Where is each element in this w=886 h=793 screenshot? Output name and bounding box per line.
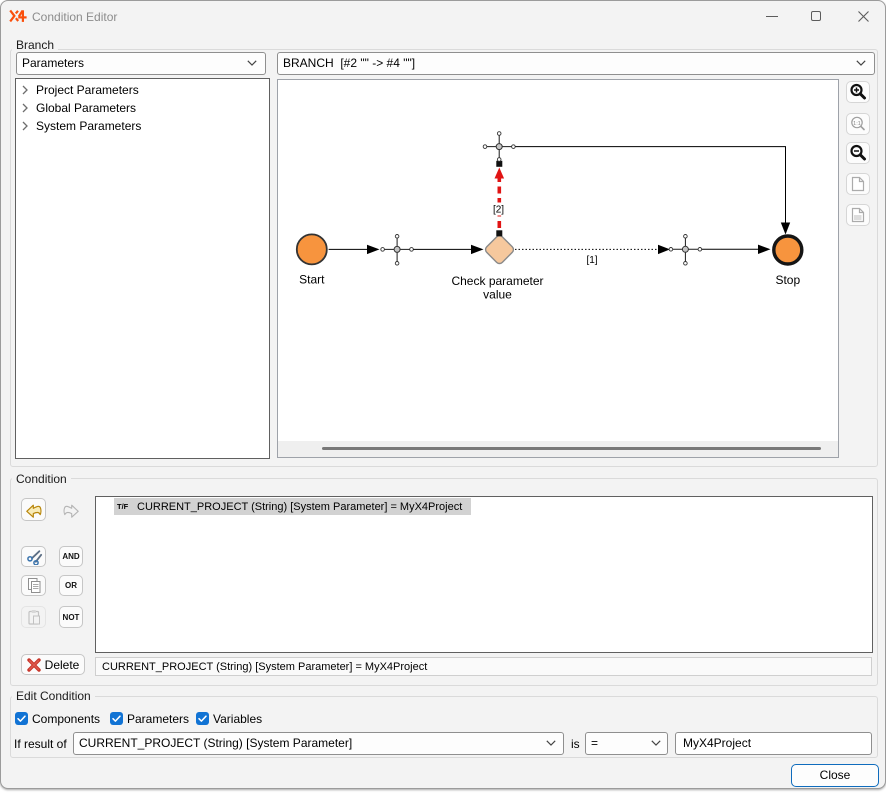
svg-text:[2]: [2] <box>493 205 504 216</box>
svg-text:1:1: 1:1 <box>853 121 861 127</box>
svg-text:Stop: Stop <box>775 273 800 287</box>
svg-text:Start: Start <box>299 273 325 287</box>
svg-text:[1]: [1] <box>586 255 597 266</box>
svg-text:Check parameter: Check parameter <box>451 274 543 288</box>
svg-text:value: value <box>483 288 512 302</box>
